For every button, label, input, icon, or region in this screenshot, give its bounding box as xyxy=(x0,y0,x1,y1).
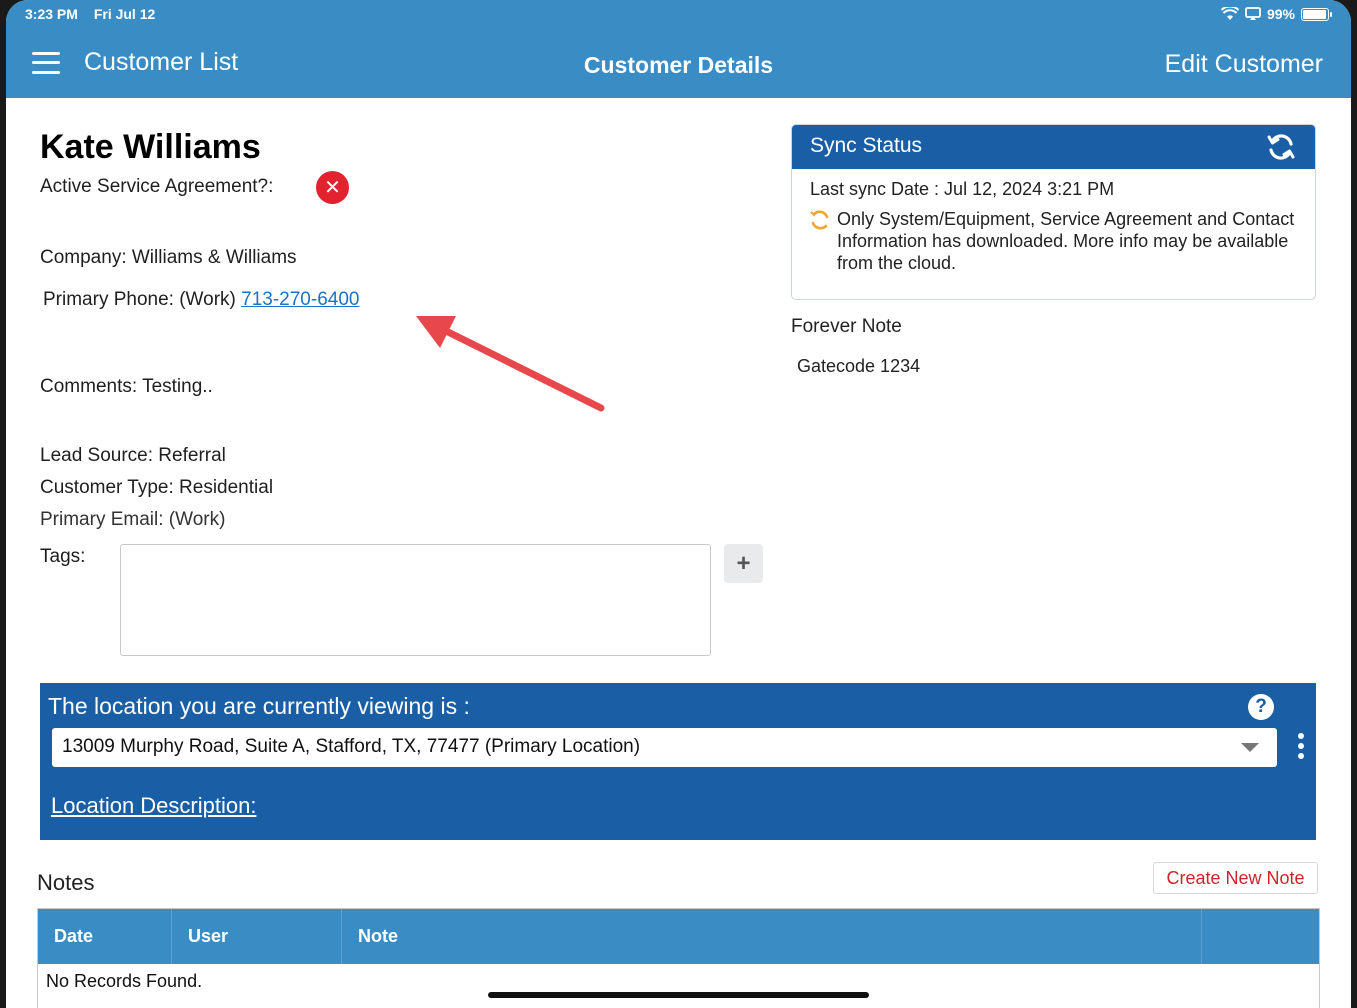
location-panel: The location you are currently viewing i… xyxy=(40,683,1316,840)
add-tag-button[interactable]: + xyxy=(724,544,763,583)
column-header-actions xyxy=(1202,909,1319,964)
annotation-arrow-icon xyxy=(416,316,605,412)
forever-note-value: Gatecode 1234 xyxy=(797,356,921,376)
status-bar: 3:23 PM Fri Jul 12 xyxy=(25,6,167,22)
plus-icon: + xyxy=(736,549,751,577)
company-field: Company: Williams & Williams xyxy=(40,247,297,268)
sync-status-header: Sync Status xyxy=(792,125,1315,169)
email-field: Primary Email: (Work) xyxy=(40,509,226,530)
status-time: 3:23 PM xyxy=(25,6,78,22)
sync-status-card: Sync Status Last sync Date : Jul 12, 202… xyxy=(791,124,1316,300)
last-sync-date: Last sync Date : Jul 12, 2024 3:21 PM xyxy=(810,179,1115,199)
notes-title: Notes xyxy=(37,870,95,895)
customer-name: Kate Williams xyxy=(40,128,261,166)
battery-icon xyxy=(1301,7,1332,21)
status-indicators: 99% xyxy=(1220,6,1332,22)
customer-details: Kate Williams Active Service Agreement?:… xyxy=(6,98,1351,1008)
comments-field: Comments: Testing.. xyxy=(40,376,213,397)
edit-customer-button[interactable]: Edit Customer xyxy=(1165,50,1323,79)
app-screen: 3:23 PM Fri Jul 12 99% Customer List Cus… xyxy=(6,0,1351,1008)
help-icon[interactable]: ? xyxy=(1248,694,1274,720)
chevron-down-icon xyxy=(1241,743,1259,752)
refresh-icon[interactable] xyxy=(1265,131,1297,163)
lead-source-field: Lead Source: Referral xyxy=(40,445,226,466)
no-agreement-icon: ✕ xyxy=(316,171,349,204)
location-select[interactable]: 13009 Murphy Road, Suite A, Stafford, TX… xyxy=(52,728,1277,767)
column-header-date[interactable]: Date xyxy=(38,909,172,964)
sync-message: Only System/Equipment, Service Agreement… xyxy=(837,209,1295,273)
partial-sync-icon xyxy=(810,210,829,230)
location-title: The location you are currently viewing i… xyxy=(48,693,470,719)
customer-type-field: Customer Type: Residential xyxy=(40,477,274,498)
battery-percent: 99% xyxy=(1266,6,1295,22)
phone-label: Primary Phone: (Work) xyxy=(43,289,236,310)
forever-note-title: Forever Note xyxy=(791,316,902,337)
screen-mirror-icon xyxy=(1245,7,1261,20)
home-indicator xyxy=(488,992,869,998)
column-header-user[interactable]: User xyxy=(172,909,342,964)
status-date: Fri Jul 12 xyxy=(93,6,156,22)
tags-input[interactable] xyxy=(120,544,711,656)
page-title: Customer Details xyxy=(583,52,774,78)
phone-field: Primary Phone: (Work) 713-270-6400 xyxy=(43,289,359,311)
tags-label: Tags: xyxy=(40,546,86,567)
agreement-label: Active Service Agreement?: xyxy=(40,176,274,197)
phone-link[interactable]: 713-270-6400 xyxy=(241,289,359,310)
column-header-note[interactable]: Note xyxy=(342,909,1202,964)
location-description-link[interactable]: Location Description: xyxy=(51,793,256,819)
location-selected-value: 13009 Murphy Road, Suite A, Stafford, TX… xyxy=(62,736,641,757)
top-bar: 3:23 PM Fri Jul 12 99% Customer List Cus… xyxy=(6,0,1351,98)
create-new-note-button[interactable]: Create New Note xyxy=(1153,862,1318,894)
wifi-icon xyxy=(1220,7,1239,20)
more-options-icon[interactable] xyxy=(1298,733,1304,759)
sync-status-title: Sync Status xyxy=(810,134,923,157)
notes-table-header: Date User Note xyxy=(38,909,1319,964)
